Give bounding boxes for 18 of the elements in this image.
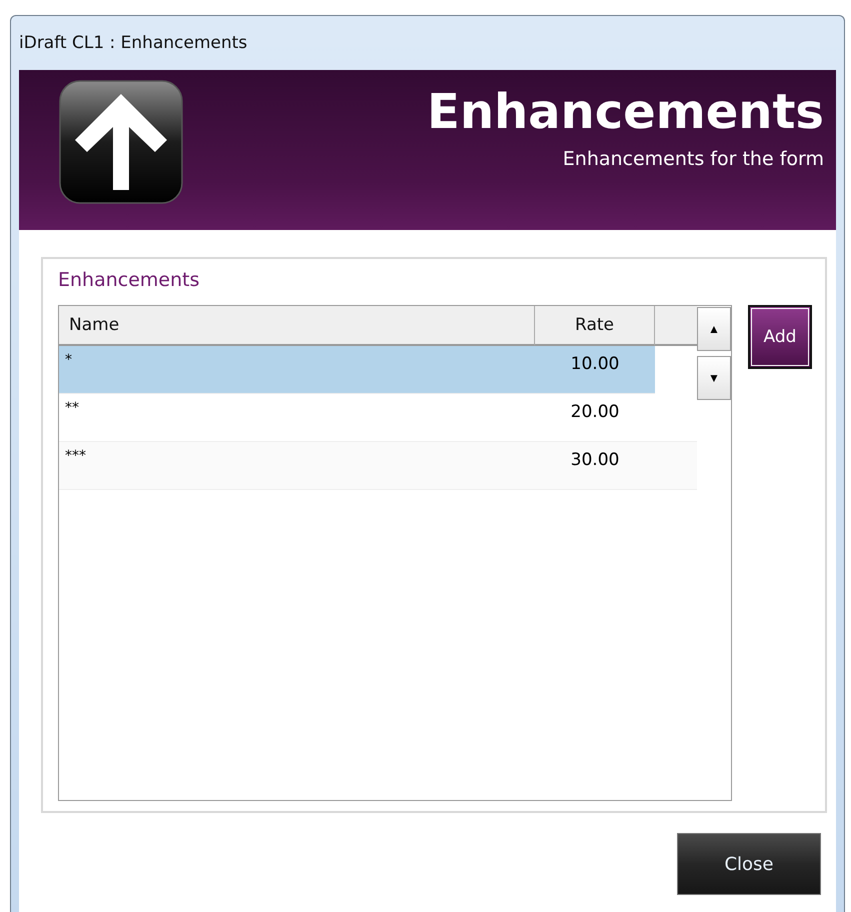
table-cell-text: 20.00 bbox=[570, 401, 620, 424]
table-cell-text: *** bbox=[64, 447, 87, 466]
table-row[interactable]: *** 30.00 bbox=[59, 442, 697, 490]
group-title: Enhancements bbox=[58, 269, 200, 293]
table-row[interactable]: * 10.00 bbox=[59, 346, 655, 394]
column-header[interactable]: Rate bbox=[535, 306, 655, 346]
table-cell-text: 10.00 bbox=[570, 353, 620, 376]
table-cell-text: 30.00 bbox=[570, 449, 620, 472]
close-button[interactable]: Close bbox=[677, 833, 821, 895]
table-cell-text: * bbox=[64, 351, 73, 370]
window-title: iDraft CL1 : Enhancements bbox=[19, 33, 248, 53]
column-header[interactable]: Name bbox=[59, 306, 535, 346]
banner-title: Enhancements bbox=[427, 83, 824, 142]
table-cell-text: ** bbox=[64, 399, 80, 418]
move-up-button[interactable]: ▲ bbox=[697, 307, 731, 351]
move-down-button[interactable]: ▼ bbox=[697, 356, 731, 400]
banner-subtitle: Enhancements for the form bbox=[562, 148, 824, 170]
add-button[interactable]: Add bbox=[748, 305, 812, 369]
